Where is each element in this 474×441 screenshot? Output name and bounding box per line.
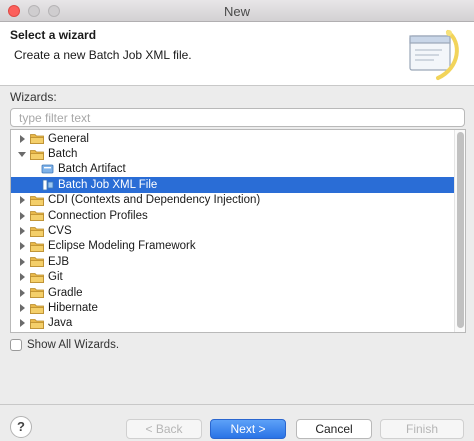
page-title: Select a wizard xyxy=(10,28,97,42)
tree-item-label: Gradle xyxy=(48,286,83,299)
collapsed-arrow-icon[interactable] xyxy=(17,257,27,267)
wizard-banner-icon xyxy=(409,30,459,80)
tree-item[interactable]: Connection Profiles xyxy=(11,208,455,223)
expanded-arrow-icon[interactable] xyxy=(17,149,27,159)
collapsed-arrow-icon[interactable] xyxy=(17,241,27,251)
folder-icon xyxy=(30,303,44,314)
tree-item-label: CDI (Contexts and Dependency Injection) xyxy=(48,194,261,207)
tree-item[interactable]: CDI (Contexts and Dependency Injection) xyxy=(11,193,455,208)
tree-item-label: Batch Artifact xyxy=(58,163,126,176)
folder-icon xyxy=(30,149,44,160)
collapsed-arrow-icon[interactable] xyxy=(17,195,27,205)
folder-icon xyxy=(30,272,44,283)
tree-item-label: Java xyxy=(48,317,73,330)
next-button[interactable]: Next > xyxy=(210,419,286,439)
tree-item-label: Eclipse Modeling Framework xyxy=(48,240,196,253)
collapsed-arrow-icon[interactable] xyxy=(17,211,27,221)
tree-item[interactable]: Batch Job XML File xyxy=(11,177,455,193)
folder-icon xyxy=(30,288,44,299)
back-button[interactable]: < Back xyxy=(126,419,202,439)
tree-item-label: Hibernate xyxy=(48,302,98,315)
tree-item-label: Connection Profiles xyxy=(48,209,148,222)
title-bar: New xyxy=(0,0,474,22)
wizard-header: Select a wizard Create a new Batch Job X… xyxy=(0,22,474,86)
show-all-wizards-checkbox[interactable] xyxy=(10,339,22,351)
tree-item[interactable]: EJB xyxy=(11,254,455,269)
tree-item[interactable]: CVS xyxy=(11,223,455,238)
tree-item-label: EJB xyxy=(48,255,70,268)
folder-icon xyxy=(30,319,44,329)
tree-item[interactable]: Eclipse Modeling Framework xyxy=(11,239,455,254)
folder-icon xyxy=(30,134,44,145)
tree-item-label: Git xyxy=(48,271,63,284)
collapsed-arrow-icon[interactable] xyxy=(17,226,27,236)
batch-job-xml-icon xyxy=(42,179,54,191)
tree-scrollbar-thumb[interactable] xyxy=(457,132,464,328)
help-button[interactable]: ? xyxy=(10,416,32,438)
collapsed-arrow-icon[interactable] xyxy=(17,288,27,298)
collapsed-arrow-icon[interactable] xyxy=(17,134,27,144)
folder-icon xyxy=(30,242,44,252)
tree-item[interactable]: General xyxy=(11,131,455,146)
batch-artifact-icon xyxy=(41,165,54,174)
cancel-button[interactable]: Cancel xyxy=(296,419,372,439)
tree-item[interactable]: Java xyxy=(11,316,455,331)
finish-button[interactable]: Finish xyxy=(380,419,464,439)
tree-item[interactable]: Git xyxy=(11,270,455,285)
window-title: New xyxy=(223,4,250,19)
show-all-wizards-label: Show All Wizards. xyxy=(27,339,120,351)
tree-item-label: General xyxy=(48,132,89,145)
wizard-tree[interactable]: General Batch Batch Artifact Batch Job XML … xyxy=(10,129,466,333)
folder-icon xyxy=(30,257,44,268)
folder-icon xyxy=(30,195,44,206)
tree-item-label: Batch Job XML File xyxy=(58,178,158,191)
tree-item[interactable]: Batch Artifact xyxy=(11,162,455,177)
collapsed-arrow-icon[interactable] xyxy=(17,272,27,282)
tree-item-label: CVS xyxy=(48,225,72,238)
folder-icon xyxy=(30,226,44,237)
page-description: Create a new Batch Job XML file. xyxy=(14,48,192,62)
tree-scrollbar[interactable] xyxy=(454,130,465,332)
show-all-wizards-option[interactable]: Show All Wizards. xyxy=(10,339,119,351)
collapsed-arrow-icon[interactable] xyxy=(17,318,27,328)
filter-input[interactable] xyxy=(10,108,465,127)
collapsed-arrow-icon[interactable] xyxy=(17,303,27,313)
tree-item-label: Batch xyxy=(48,148,78,161)
wizards-label: Wizards: xyxy=(10,90,57,104)
tree-item[interactable]: Batch xyxy=(11,146,455,161)
dialog-footer: ? < Back Next > Cancel Finish xyxy=(0,404,474,441)
tree-item[interactable]: Gradle xyxy=(11,285,455,300)
tree-item[interactable]: Hibernate xyxy=(11,300,455,315)
folder-icon xyxy=(30,211,44,222)
